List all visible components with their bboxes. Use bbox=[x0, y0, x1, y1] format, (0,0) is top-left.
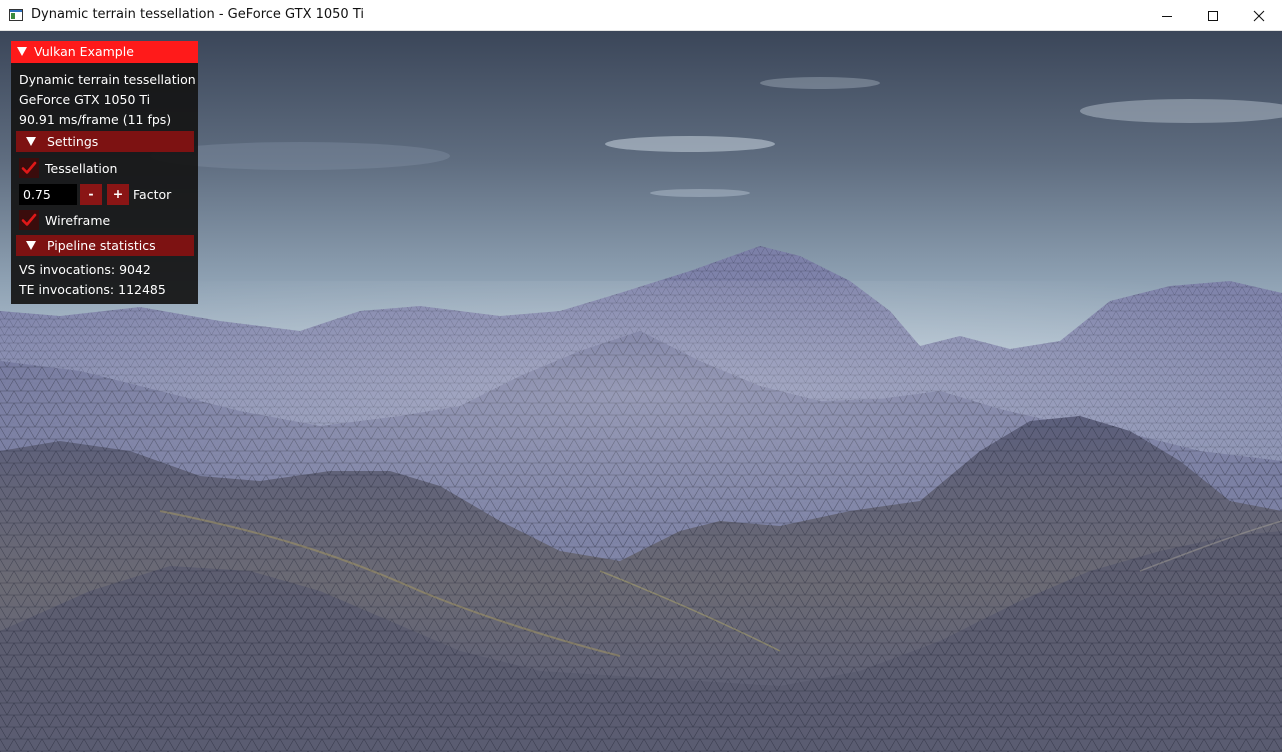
checkmark-icon bbox=[21, 161, 37, 174]
close-icon bbox=[1253, 10, 1265, 21]
frame-time-text: 90.91 ms/frame (11 fps) bbox=[19, 112, 172, 127]
pipeline-statistics-label: Pipeline statistics bbox=[47, 238, 156, 253]
gpu-name-text: GeForce GTX 1050 Ti bbox=[19, 92, 151, 107]
vs-invocations-text: VS invocations: 9042 bbox=[19, 262, 151, 277]
window-title: Dynamic terrain tessellation - GeForce G… bbox=[31, 7, 364, 22]
settings-section-header[interactable]: Settings bbox=[16, 131, 194, 152]
factor-input[interactable]: 0.75 bbox=[19, 184, 77, 205]
minimize-button[interactable] bbox=[1144, 0, 1190, 31]
app-name-text: Dynamic terrain tessellation bbox=[19, 72, 196, 87]
checkmark-icon bbox=[21, 213, 37, 226]
maximize-button[interactable] bbox=[1190, 0, 1236, 31]
triangle-down-icon bbox=[26, 241, 36, 250]
settings-label: Settings bbox=[47, 134, 99, 149]
overlay-header[interactable]: Vulkan Example bbox=[11, 41, 198, 63]
maximize-icon bbox=[1208, 10, 1218, 21]
imgui-overlay: Vulkan Example Dynamic terrain tessellat… bbox=[11, 41, 198, 304]
close-button[interactable] bbox=[1236, 0, 1282, 31]
tessellation-checkbox[interactable] bbox=[19, 158, 39, 178]
tessellation-label: Tessellation bbox=[45, 161, 118, 176]
wireframe-checkbox[interactable] bbox=[19, 210, 39, 230]
triangle-down-icon bbox=[26, 137, 36, 146]
wireframe-label: Wireframe bbox=[45, 213, 111, 228]
factor-label: Factor bbox=[133, 187, 172, 202]
minimize-icon bbox=[1162, 15, 1172, 17]
app-icon bbox=[9, 9, 23, 21]
overlay-title: Vulkan Example bbox=[34, 44, 134, 59]
factor-decrement-button[interactable]: - bbox=[80, 184, 102, 205]
triangle-down-icon bbox=[17, 47, 27, 56]
title-bar[interactable]: Dynamic terrain tessellation - GeForce G… bbox=[0, 0, 1282, 31]
factor-increment-button[interactable]: + bbox=[107, 184, 129, 205]
te-invocations-text: TE invocations: 112485 bbox=[19, 282, 166, 297]
app-window: Dynamic terrain tessellation - GeForce G… bbox=[0, 0, 1282, 752]
pipeline-statistics-section-header[interactable]: Pipeline statistics bbox=[16, 235, 194, 256]
